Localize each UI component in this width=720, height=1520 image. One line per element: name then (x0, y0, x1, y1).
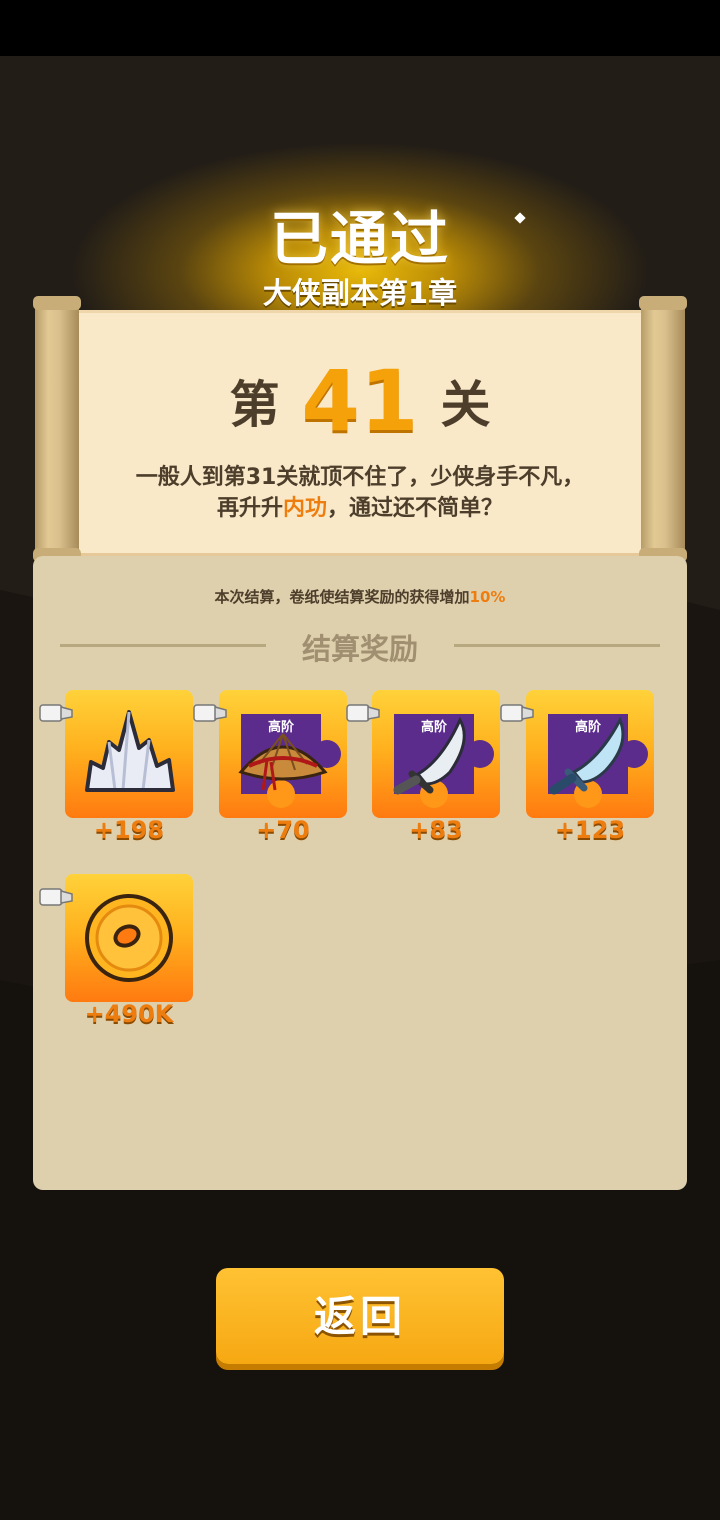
scroll-rod-left (33, 296, 81, 562)
back-button[interactable]: 返回 (216, 1268, 504, 1364)
chapter-subtitle: 大侠副本第1章 (262, 276, 458, 310)
straw-hat-fragment-icon (238, 733, 328, 791)
crystal-icon (85, 710, 175, 792)
reward-tile (65, 690, 193, 818)
paper-tag-icon (500, 704, 534, 722)
desc-line-2-pre: 再升升 (216, 496, 283, 521)
paper-tag-icon (346, 704, 380, 722)
reward-tile (372, 690, 500, 818)
level-heading: 第 41 关 (76, 352, 644, 452)
saber-fragment-icon (549, 716, 625, 795)
reward-item[interactable]: +490K (39, 874, 193, 1028)
reward-tile (65, 874, 193, 1002)
gold-coin-icon (85, 894, 173, 982)
reward-item[interactable]: 高阶 +70 (193, 690, 347, 844)
level-description: 一般人到第31关就顶不住了，少侠身手不凡， 再升升内功，通过还不简单？ (76, 462, 644, 524)
grade-label: 高阶 (574, 720, 601, 735)
reward-count: +123 (554, 816, 626, 844)
desc-line-1: 一般人到第31关就顶不住了，少侠身手不凡， (135, 465, 585, 490)
status-bar (0, 0, 720, 56)
level-suffix: 关 (440, 376, 491, 434)
result-title: 已通过 (269, 205, 450, 273)
bonus-percent: 10% (469, 588, 506, 606)
bonus-note: 本次结算，卷纸使结算奖励的获得增加10% (0, 586, 720, 607)
grade-label: 高阶 (420, 720, 447, 735)
grade-label: 高阶 (267, 720, 294, 735)
reward-tile (219, 690, 347, 818)
level-number: 41 (301, 352, 419, 450)
paper-tag-icon (39, 704, 73, 722)
reward-count: +70 (256, 816, 310, 844)
reward-count: +198 (93, 816, 165, 844)
level-prefix: 第 (229, 376, 280, 434)
bonus-text: 本次结算，卷纸使结算奖励的获得增加 (214, 588, 470, 606)
scroll-rod-right (639, 296, 687, 562)
reward-count: +83 (409, 816, 463, 844)
reward-count: +490K (84, 1000, 174, 1028)
desc-highlight: 内功 (282, 496, 327, 521)
paper-tag-icon (39, 888, 73, 906)
desc-line-2-post: ，通过还不简单？ (327, 496, 504, 521)
broadsword-fragment-icon (393, 716, 466, 795)
section-title: 结算奖励 (301, 632, 418, 666)
desc-line-2: 再升升内功，通过还不简单？ (76, 493, 644, 524)
reward-item[interactable]: 高阶 +83 (346, 690, 500, 844)
reward-item[interactable]: +198 (39, 690, 193, 844)
paper-tag-icon (193, 704, 227, 722)
reward-item[interactable]: 高阶 +123 (500, 690, 654, 844)
reward-tile (526, 690, 654, 818)
